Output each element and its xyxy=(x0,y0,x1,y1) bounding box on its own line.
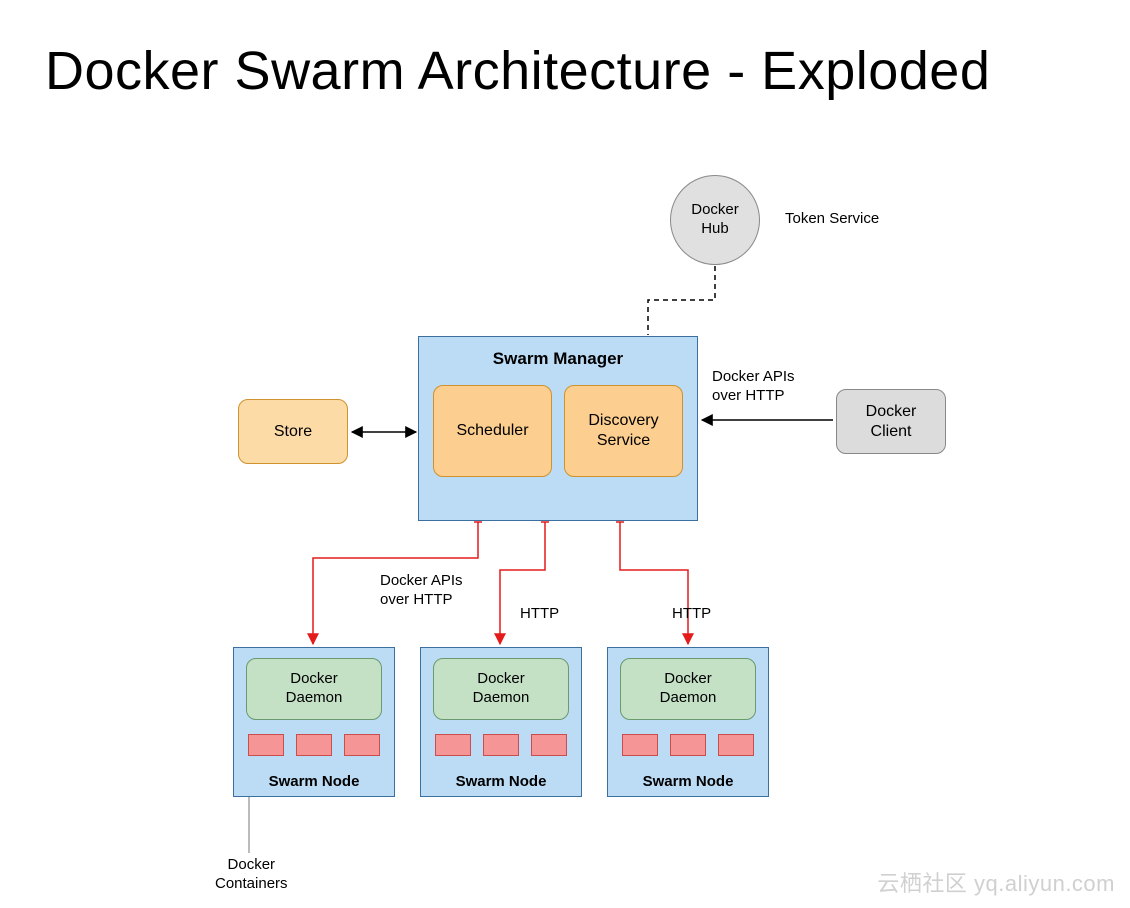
container-box xyxy=(483,734,519,756)
swarm-manager-title: Swarm Manager xyxy=(419,337,697,385)
docker-daemon-2-label: Docker Daemon xyxy=(473,670,530,708)
watermark: 云栖社区 yq.aliyun.com xyxy=(877,866,1115,898)
container-box xyxy=(622,734,658,756)
container-box xyxy=(435,734,471,756)
containers-row-1 xyxy=(234,720,394,756)
docker-client-label: Docker Client xyxy=(866,402,917,440)
diagram-title: Docker Swarm Architecture - Exploded xyxy=(45,40,990,102)
containers-row-3 xyxy=(608,720,768,756)
node-api-label-1: Docker APIs over HTTP xyxy=(380,572,463,610)
container-box xyxy=(531,734,567,756)
swarm-node-3-title: Swarm Node xyxy=(608,773,768,790)
containers-row-2 xyxy=(421,720,581,756)
docker-containers-label: Docker Containers xyxy=(215,856,288,894)
store-label: Store xyxy=(274,423,312,441)
swarm-manager-inner-row: Scheduler Discovery Service xyxy=(419,385,697,477)
scheduler-label: Scheduler xyxy=(456,421,528,441)
docker-daemon-2: Docker Daemon xyxy=(433,658,569,720)
discovery-service-label: Discovery Service xyxy=(588,411,658,451)
scheduler-box: Scheduler xyxy=(433,385,552,477)
docker-daemon-3: Docker Daemon xyxy=(620,658,756,720)
container-box xyxy=(248,734,284,756)
docker-client-node: Docker Client xyxy=(836,389,946,454)
swarm-node-2-title: Swarm Node xyxy=(421,773,581,790)
swarm-manager-node: Swarm Manager Scheduler Discovery Servic… xyxy=(418,336,698,521)
docker-daemon-1: Docker Daemon xyxy=(246,658,382,720)
swarm-node-1: Docker Daemon Swarm Node xyxy=(233,647,395,797)
client-api-label: Docker APIs over HTTP xyxy=(712,368,795,406)
docker-daemon-3-label: Docker Daemon xyxy=(660,670,717,708)
store-node: Store xyxy=(238,399,348,464)
container-box xyxy=(296,734,332,756)
docker-hub-label: Docker Hub xyxy=(691,201,739,239)
container-box xyxy=(718,734,754,756)
container-box xyxy=(344,734,380,756)
docker-daemon-1-label: Docker Daemon xyxy=(286,670,343,708)
docker-hub-node: Docker Hub xyxy=(670,175,760,265)
container-box xyxy=(670,734,706,756)
node-api-label-2: HTTP xyxy=(520,605,559,624)
token-service-label: Token Service xyxy=(785,210,879,229)
swarm-node-2: Docker Daemon Swarm Node xyxy=(420,647,582,797)
discovery-service-box: Discovery Service xyxy=(564,385,683,477)
swarm-node-3: Docker Daemon Swarm Node xyxy=(607,647,769,797)
node-api-label-3: HTTP xyxy=(672,605,711,624)
swarm-node-1-title: Swarm Node xyxy=(234,773,394,790)
